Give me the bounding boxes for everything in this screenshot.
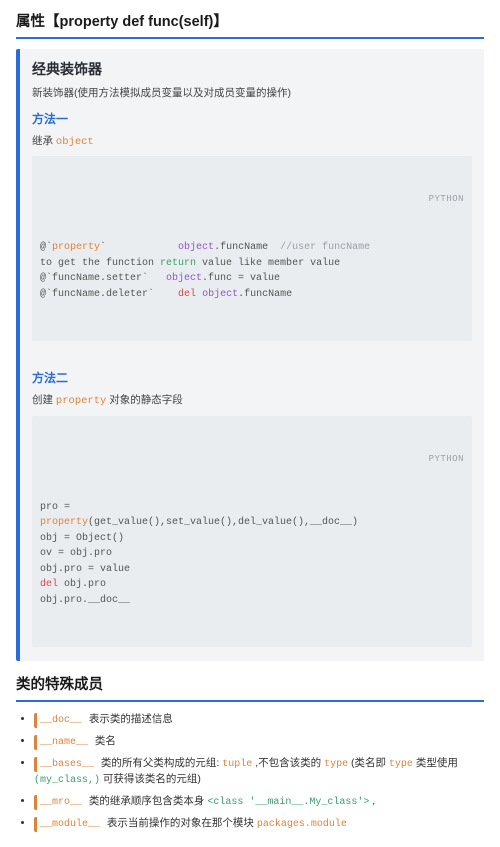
inherit-prefix: 继承 — [32, 135, 56, 147]
list-item: __module__ 表示当前操作的对象在那个模块 packages.modul… — [34, 816, 484, 832]
member-text: packages.module — [257, 819, 347, 830]
code-lang-label: PYTHON — [40, 453, 464, 467]
method2-create-line: 创建 property 对象的静态字段 — [32, 393, 472, 410]
member-text: , — [369, 795, 375, 807]
code-lang-label: PYTHON — [40, 193, 464, 207]
create-suffix: 对象的静态字段 — [106, 394, 182, 406]
member-tag: __bases__ — [34, 757, 96, 772]
member-text: (类名即 — [348, 757, 389, 769]
member-text: 类的继承顺序包含类本身 — [86, 795, 207, 807]
member-text: 可获得该类名的元组) — [100, 773, 201, 785]
member-tag: __doc__ — [34, 713, 84, 728]
member-tag: __module__ — [34, 817, 102, 832]
list-item: __doc__ 表示类的描述信息 — [34, 712, 484, 728]
member-text: tuple — [222, 759, 252, 770]
section-title-special-members: 类的特殊成员 — [16, 675, 484, 702]
list-item: __bases__ 类的所有父类构成的元组: tuple ,不包含该类的 typ… — [34, 756, 484, 788]
member-text: <class '__main__.My_class'> — [207, 797, 369, 808]
section-title-property: 属性【property def func(self)】 — [16, 12, 484, 39]
create-prefix: 创建 — [32, 394, 56, 406]
list-item: __mro__ 类的继承顺序包含类本身 <class '__main__.My_… — [34, 794, 484, 810]
member-text: type — [389, 759, 413, 770]
member-text: 表示类的描述信息 — [86, 713, 173, 725]
block-desc: 新装饰器(使用方法模拟成员变量以及对成员变量的操作) — [32, 86, 472, 102]
member-text: 类名 — [92, 735, 116, 747]
member-tag: __name__ — [34, 735, 90, 750]
member-text: ,不包含该类的 — [252, 757, 324, 769]
method2-label: 方法二 — [32, 369, 472, 387]
method1-inherit-line: 继承 object — [32, 134, 472, 151]
classic-decorator-block: 经典装饰器 新装饰器(使用方法模拟成员变量以及对成员变量的操作) 方法一 继承 … — [16, 49, 484, 662]
block-header: 经典装饰器 — [32, 59, 472, 80]
method2-code: PYTHON pro = property(get_value(),set_va… — [32, 416, 472, 647]
member-text: (my_class,) — [34, 775, 100, 786]
member-text: 表示当前操作的对象在那个模块 — [104, 817, 257, 829]
list-item: __name__ 类名 — [34, 734, 484, 750]
code-body: pro = property(get_value(),set_value(),d… — [40, 500, 464, 609]
special-members-list: __doc__ 表示类的描述信息 __name__ 类名 __bases__ 类的所… — [16, 712, 484, 832]
code-body: @`property` object.funcName //user funcN… — [40, 240, 464, 302]
member-text: 类的所有父类构成的元组: — [98, 757, 222, 769]
member-text: 类型使用 — [413, 757, 458, 769]
inherit-keyword: object — [56, 136, 94, 148]
member-text: type — [324, 759, 348, 770]
create-keyword: property — [56, 395, 106, 407]
member-tag: __mro__ — [34, 795, 84, 810]
method1-label: 方法一 — [32, 110, 472, 128]
method1-code: PYTHON @`property` object.funcName //use… — [32, 156, 472, 341]
